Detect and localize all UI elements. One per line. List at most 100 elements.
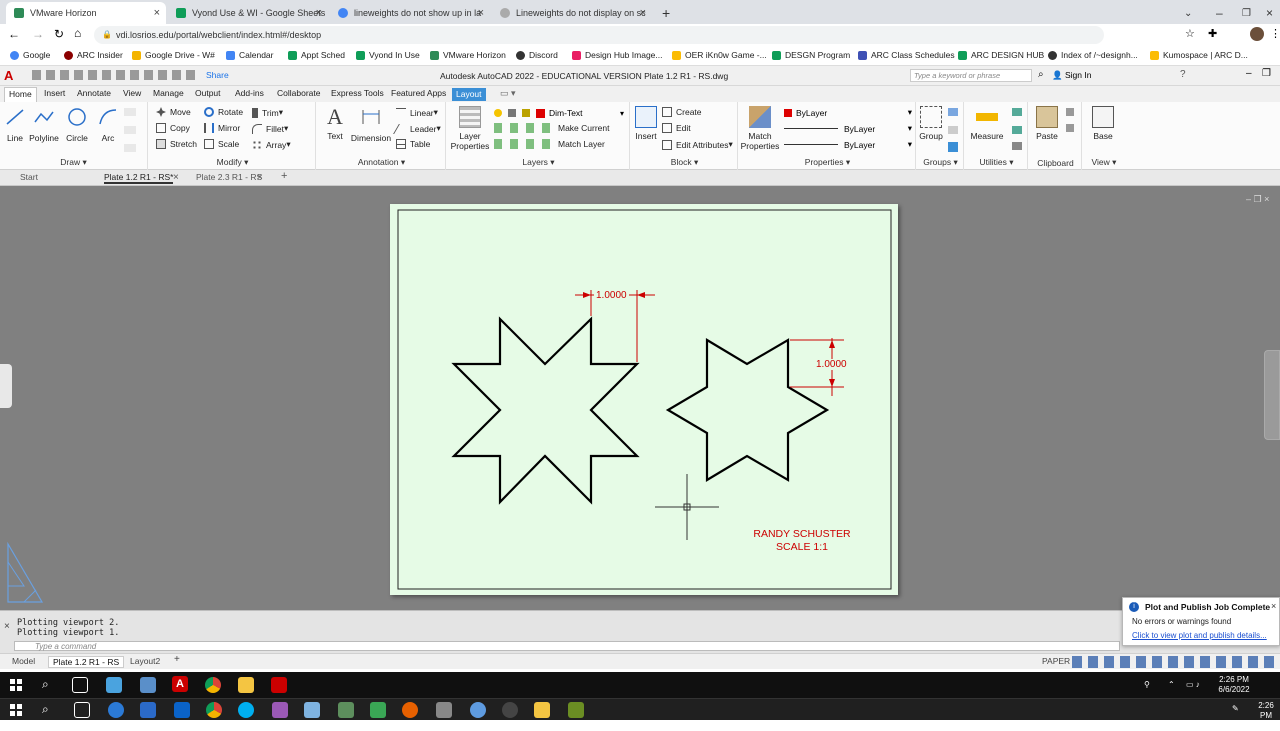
tray-chevron-icon[interactable]: ⌃: [1168, 680, 1175, 690]
stretch-button[interactable]: Stretch: [156, 139, 197, 149]
extensions-icon[interactable]: ✚: [1208, 27, 1217, 40]
reload-icon[interactable]: ↻: [54, 27, 64, 41]
color-dropdown[interactable]: ByLayer ▾: [784, 106, 912, 119]
search-icon[interactable]: ⌕: [42, 702, 49, 717]
create-button[interactable]: Create: [662, 107, 702, 117]
bookmark-item[interactable]: ARC Class Schedules: [858, 50, 955, 60]
edit-button[interactable]: Edit: [662, 123, 691, 133]
bookmark-item[interactable]: VMware Horizon: [430, 50, 506, 60]
leader-button[interactable]: Leader ▾: [393, 123, 441, 134]
tab-annotate[interactable]: Annotate: [77, 88, 111, 98]
insert-button[interactable]: Insert: [634, 106, 658, 141]
viewport-minimize-icon[interactable]: – ❐ ×: [1246, 194, 1269, 205]
group-button[interactable]: Group: [918, 106, 944, 141]
panel-title[interactable]: Properties ▾: [740, 157, 915, 168]
panel-title[interactable]: Clipboard: [1030, 158, 1081, 168]
bookmark-item[interactable]: Design Hub Image...: [572, 50, 662, 60]
vmware-icon[interactable]: [140, 677, 156, 693]
group-tools[interactable]: [948, 108, 960, 152]
browser-tab[interactable]: Vyond Use & WI - Google Sheets ×: [168, 2, 328, 24]
command-input[interactable]: Type a command: [14, 641, 1120, 651]
move-button[interactable]: Move: [156, 107, 191, 117]
bookmark-item[interactable]: Vyond In Use: [356, 50, 420, 60]
tab-output[interactable]: Output: [195, 88, 221, 98]
tab-view[interactable]: View: [123, 88, 141, 98]
array-button[interactable]: Array ▾: [252, 139, 291, 150]
base-button[interactable]: Base: [1090, 106, 1116, 141]
utility-tools[interactable]: [1012, 108, 1024, 152]
layer-properties-button[interactable]: Layer Properties: [450, 106, 490, 151]
skype-icon[interactable]: [238, 702, 254, 718]
bookmark-item[interactable]: Discord: [516, 50, 558, 60]
cut-copy-icons[interactable]: [1066, 108, 1076, 134]
file-explorer-icon[interactable]: [534, 702, 550, 718]
sign-in-button[interactable]: 👤 Sign In: [1052, 70, 1091, 81]
mirror-button[interactable]: Mirror: [204, 123, 240, 133]
layer-tool-icons[interactable]: [494, 123, 554, 151]
scale-button[interactable]: Scale: [204, 139, 239, 149]
pen-icon[interactable]: ✎: [1232, 704, 1239, 714]
tab-addins[interactable]: Add-ins: [235, 88, 264, 98]
dimension-button[interactable]: Dimension: [350, 106, 392, 143]
mail-icon[interactable]: [174, 702, 190, 718]
edge-icon[interactable]: [108, 702, 124, 718]
autocad-icon[interactable]: A: [172, 676, 188, 692]
arc-button[interactable]: Arc: [96, 106, 120, 143]
panel-title[interactable]: Utilities ▾: [966, 157, 1027, 168]
browser-tab[interactable]: lineweights do not show up in la ×: [330, 2, 490, 24]
close-icon[interactable]: ×: [154, 7, 160, 19]
dimension-text-top[interactable]: 1.0000: [594, 290, 629, 301]
windows-start-icon[interactable]: [10, 704, 22, 716]
window-close-icon[interactable]: ×: [1258, 2, 1280, 24]
close-icon[interactable]: ×: [1271, 601, 1276, 611]
paper-space-toggle[interactable]: PAPER: [1042, 656, 1070, 666]
app-icon[interactable]: [370, 702, 386, 718]
browser-tab[interactable]: VMware Horizon ×: [6, 2, 166, 24]
share-button[interactable]: Share: [206, 70, 229, 80]
panel-title[interactable]: Block ▾: [632, 157, 737, 168]
layer-dropdown[interactable]: Dim-Text ▾: [494, 106, 624, 120]
minimize-icon[interactable]: –: [1208, 2, 1231, 24]
tab-insert[interactable]: Insert: [44, 88, 65, 98]
tab-layout2[interactable]: Layout2: [130, 656, 160, 666]
bookmark-item[interactable]: Calendar: [226, 50, 274, 60]
close-icon[interactable]: ×: [257, 172, 263, 183]
match-layer-button[interactable]: Match Layer: [558, 139, 605, 149]
paste-button[interactable]: Paste: [1034, 106, 1060, 141]
app-icon[interactable]: [106, 677, 122, 693]
close-icon[interactable]: ×: [478, 7, 484, 19]
app-icon[interactable]: [436, 702, 452, 718]
close-icon[interactable]: ×: [4, 621, 10, 632]
trim-button[interactable]: Trim ▾: [252, 107, 283, 118]
forward-icon[interactable]: →: [32, 27, 44, 41]
status-bar-toggles[interactable]: [1072, 656, 1278, 668]
fillet-button[interactable]: Fillet ▾: [252, 123, 288, 134]
circle-button[interactable]: Circle: [64, 106, 90, 143]
network-icon[interactable]: ⚲: [1144, 680, 1150, 690]
app-icon[interactable]: [470, 702, 486, 718]
tab-start[interactable]: Start: [20, 172, 38, 182]
line-button[interactable]: Line: [4, 106, 26, 143]
task-view-icon[interactable]: [74, 702, 90, 718]
menu-icon[interactable]: ⋮: [1270, 27, 1280, 40]
add-layout-button[interactable]: +: [174, 654, 180, 665]
bookmark-item[interactable]: DESGN Program: [772, 50, 850, 60]
bookmark-item[interactable]: ARC Insider: [64, 50, 123, 60]
tab-layout[interactable]: Layout: [452, 88, 486, 101]
tab-collaborate[interactable]: Collaborate: [277, 88, 320, 98]
acrobat-icon[interactable]: [271, 677, 287, 693]
close-icon[interactable]: ×: [316, 7, 322, 19]
tab-layout-plate[interactable]: Plate 1.2 R1 - RS: [48, 656, 125, 668]
text-button[interactable]: A Text: [324, 106, 346, 142]
tab-plate-2-3[interactable]: Plate 2.3 R1 - RS: [196, 172, 262, 182]
bookmark-item[interactable]: Appt Sched: [288, 50, 345, 60]
plot-notification[interactable]: i Plot and Publish Job Complete × No err…: [1122, 597, 1280, 646]
copy-button[interactable]: Copy: [156, 123, 190, 133]
keyword-search-input[interactable]: Type a keyword or phrase: [910, 69, 1032, 82]
measure-button[interactable]: Measure: [966, 106, 1008, 141]
firefox-icon[interactable]: [402, 702, 418, 718]
panel-title[interactable]: Annotation ▾: [318, 157, 445, 168]
quick-access-toolbar[interactable]: [32, 70, 200, 80]
search-icon[interactable]: ⌕: [42, 677, 49, 692]
minimize-icon[interactable]: –: [1246, 68, 1252, 79]
